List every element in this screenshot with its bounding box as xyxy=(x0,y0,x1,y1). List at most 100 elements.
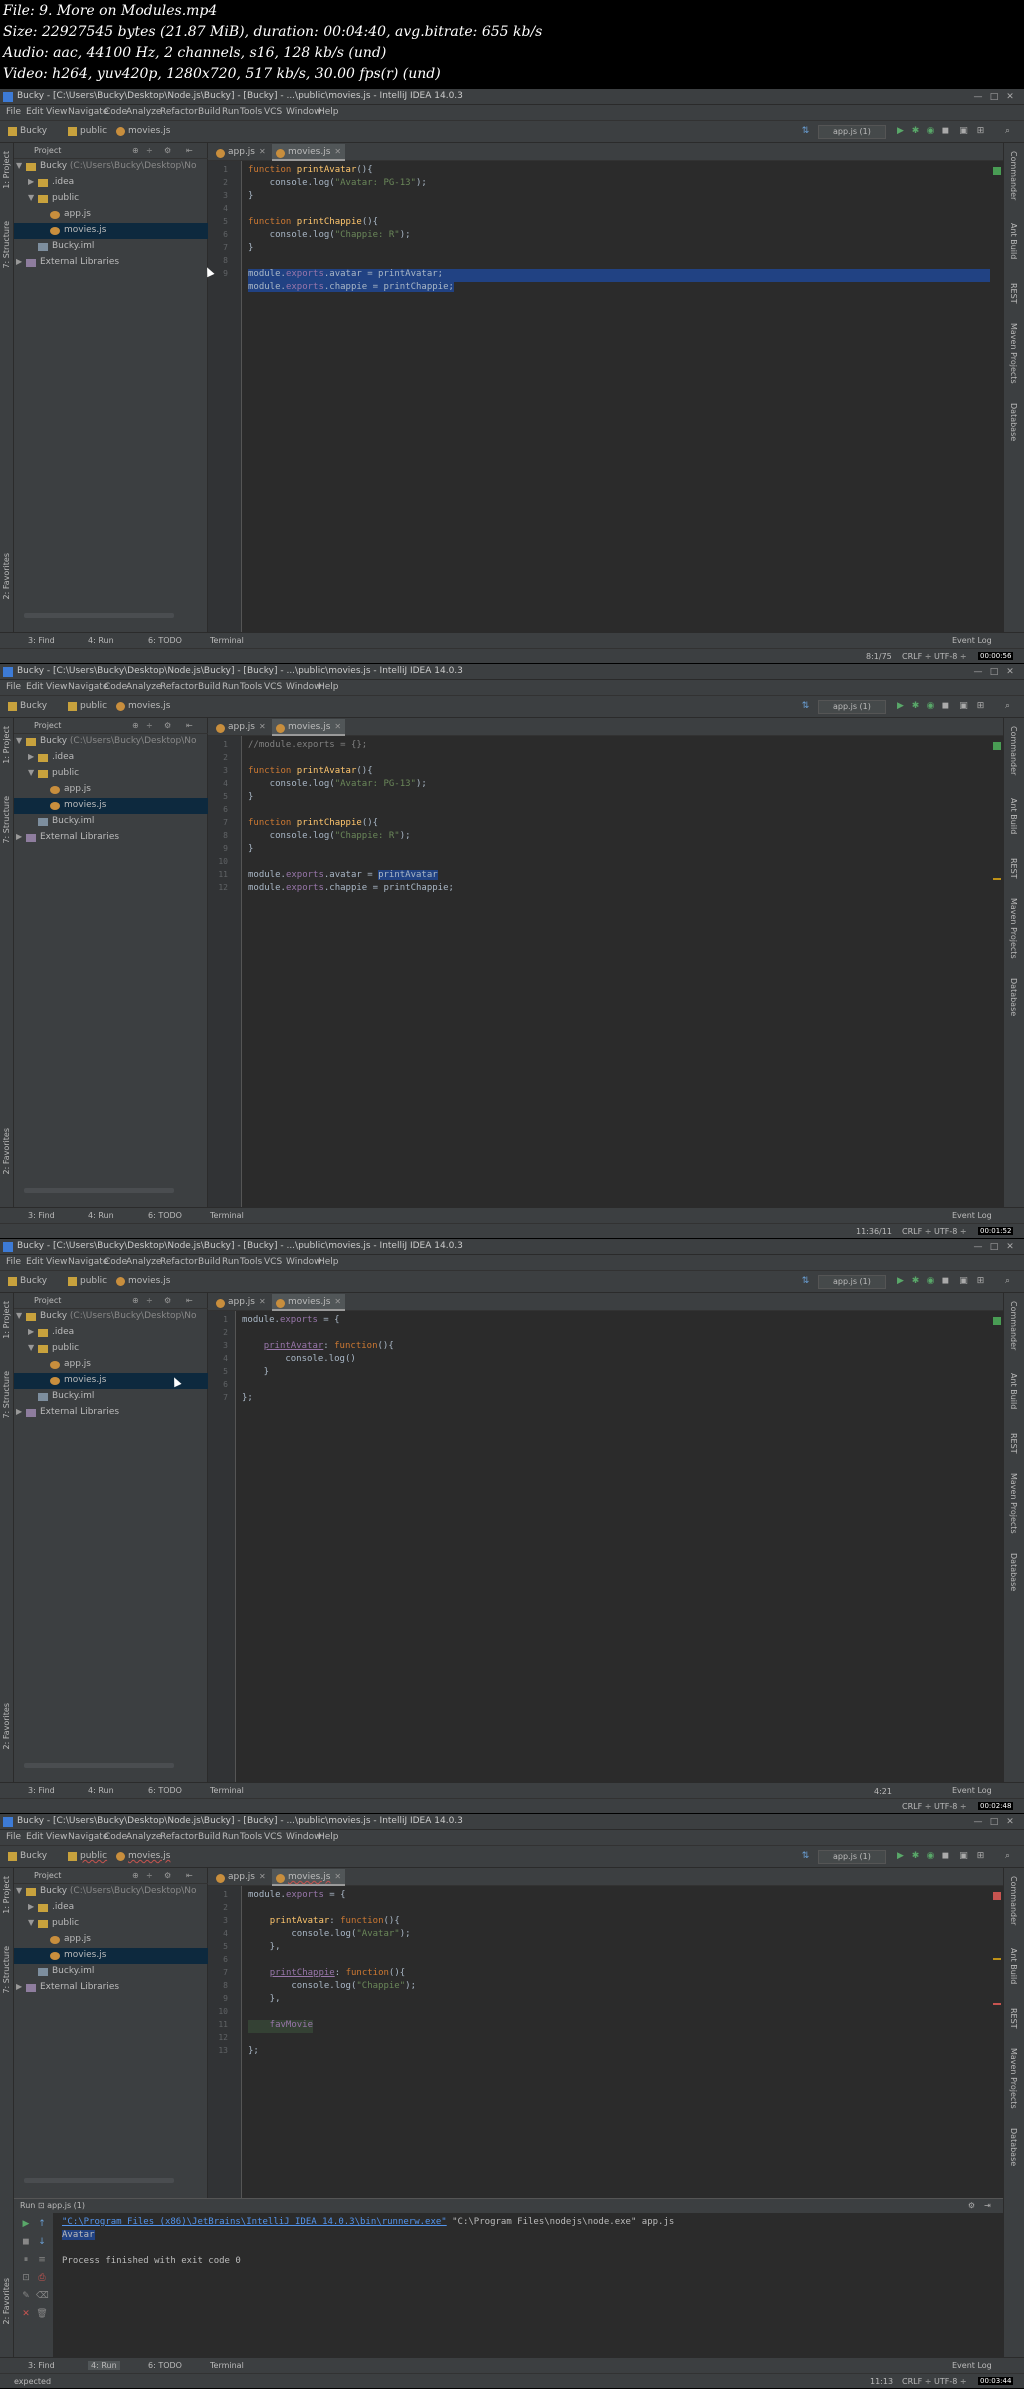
tree-row-public[interactable]: ▼ public xyxy=(14,1341,208,1357)
code-editor[interactable]: app.js ✕ movies.js ✕ 1 2 3 4 5 6 7 8 9 10 … xyxy=(208,1868,1003,2198)
collapse-icon[interactable]: ÷ xyxy=(146,146,153,155)
close-icon[interactable]: ✕ xyxy=(259,1297,266,1306)
close-run-icon[interactable]: ✕ xyxy=(20,2309,32,2319)
hide-icon[interactable]: ⇥ xyxy=(982,2200,993,2211)
tree-row-iml[interactable]: Bucky.iml xyxy=(14,1964,208,1980)
favorites-tool-button[interactable]: 2: Favorites xyxy=(2,1703,11,1749)
horizontal-scrollbar[interactable] xyxy=(24,1763,174,1768)
menu-vcs[interactable]: VCS xyxy=(264,107,282,117)
debug-icon[interactable]: ✱ xyxy=(910,701,921,712)
tree-row-public[interactable]: ▼ public xyxy=(14,766,208,782)
menu-vcs[interactable]: VCS xyxy=(264,1257,282,1267)
project-tool-button[interactable]: 1: Project xyxy=(2,151,11,189)
build-icon[interactable]: ⇅ xyxy=(800,1851,811,1862)
horizontal-scrollbar[interactable] xyxy=(24,1188,174,1193)
menu-build[interactable]: Build xyxy=(198,1257,221,1267)
sdk-icon[interactable]: ▣ xyxy=(958,1276,969,1287)
tree-row-public[interactable]: ▼ public xyxy=(14,191,208,207)
menu-window[interactable]: Window xyxy=(286,1832,322,1842)
ant-build-tool-button[interactable]: Ant Build xyxy=(1009,223,1018,259)
warning-stripe-icon[interactable] xyxy=(993,878,1001,880)
menu-window[interactable]: Window xyxy=(286,682,322,692)
menu-code[interactable]: Code xyxy=(104,1832,127,1842)
scroll-down-icon[interactable]: ↓ xyxy=(36,2237,48,2247)
minimize-button[interactable]: — xyxy=(972,1816,984,1828)
tree-row-libraries[interactable]: ▶ External Libraries xyxy=(14,830,208,846)
minimize-button[interactable]: — xyxy=(972,91,984,103)
breadcrumb-file[interactable]: movies.js xyxy=(128,701,170,711)
close-icon[interactable]: ✕ xyxy=(334,722,341,731)
project-tool-button[interactable]: 1: Project xyxy=(2,1876,11,1914)
tab-app-js[interactable]: app.js ✕ xyxy=(212,1869,270,1886)
tree-row-idea[interactable]: ▶ .idea xyxy=(14,750,208,766)
tab-movies-js[interactable]: movies.js ✕ xyxy=(272,1294,346,1311)
event-log-button[interactable]: Event Log xyxy=(952,1211,992,1220)
terminal-tool-button[interactable]: Terminal xyxy=(210,1786,244,1795)
gear-icon[interactable]: ⚙ xyxy=(966,2200,977,2211)
caret-position[interactable]: 8:1/75 xyxy=(866,652,892,661)
tab-movies-js[interactable]: movies.js ✕ xyxy=(272,719,346,736)
find-tool-button[interactable]: 3: Find xyxy=(28,2361,55,2370)
run-config-select[interactable]: app.js (1) xyxy=(818,700,886,714)
sync-icon[interactable]: ⊕ xyxy=(132,146,139,155)
stop-icon[interactable]: ◼ xyxy=(20,2237,32,2247)
maven-tool-button[interactable]: Maven Projects xyxy=(1009,323,1018,384)
debug-icon[interactable]: ✱ xyxy=(910,1276,921,1287)
sync-icon[interactable]: ⊕ xyxy=(132,721,139,730)
scroll-up-icon[interactable]: ↑ xyxy=(36,2219,48,2229)
search-icon[interactable]: ⌕ xyxy=(1002,1851,1013,1862)
tree-row-root[interactable]: ▼ Bucky (C:\Users\Bucky\Desktop\No xyxy=(14,159,208,175)
run-window-header[interactable]: Run ⊡ app.js (1) xyxy=(14,2199,1003,2213)
menu-edit[interactable]: Edit xyxy=(26,107,43,117)
structure-tool-button[interactable]: 7: Structure xyxy=(2,221,11,269)
menu-file[interactable]: File xyxy=(6,1257,21,1267)
structure-icon[interactable]: ⊞ xyxy=(975,126,986,137)
encoding-status[interactable]: CRLF ÷ UTF-8 ÷ xyxy=(902,1802,967,1811)
code-area[interactable]: module.exports = { printAvatar: function… xyxy=(242,1311,984,1782)
todo-tool-button[interactable]: 6: TODO xyxy=(148,2361,182,2370)
menu-tools[interactable]: Tools xyxy=(240,1832,262,1842)
rest-tool-button[interactable]: REST xyxy=(1009,2008,1018,2029)
gear-icon[interactable]: ⚙ xyxy=(164,721,171,730)
menu-navigate[interactable]: Navigate xyxy=(68,682,108,692)
code-area[interactable]: module.exports = { printAvatar: function… xyxy=(248,1886,990,2198)
maximize-button[interactable]: □ xyxy=(988,666,1000,678)
maven-tool-button[interactable]: Maven Projects xyxy=(1009,898,1018,959)
event-log-button[interactable]: Event Log xyxy=(952,2361,992,2370)
close-icon[interactable]: ✕ xyxy=(259,722,266,731)
project-view-select[interactable]: Project xyxy=(34,1296,61,1305)
build-icon[interactable]: ⇅ xyxy=(800,126,811,137)
tree-row-root[interactable]: ▼ Bucky (C:\Users\Bucky\Desktop\No xyxy=(14,1884,208,1900)
gear-icon[interactable]: ⚙ xyxy=(164,1871,171,1880)
sdk-icon[interactable]: ▣ xyxy=(958,701,969,712)
menu-code[interactable]: Code xyxy=(104,107,127,117)
project-tool-button[interactable]: 1: Project xyxy=(2,1301,11,1339)
stop-icon[interactable]: ◼ xyxy=(940,1851,951,1862)
favorites-tool-button[interactable]: 2: Favorites xyxy=(2,553,11,599)
debug-icon[interactable]: ✱ xyxy=(910,1851,921,1862)
terminal-tool-button[interactable]: Terminal xyxy=(210,2361,244,2370)
tab-movies-js[interactable]: movies.js ✕ xyxy=(272,144,346,161)
ant-build-tool-button[interactable]: Ant Build xyxy=(1009,798,1018,834)
tree-row-libraries[interactable]: ▶ External Libraries xyxy=(14,255,208,271)
sync-icon[interactable]: ⊕ xyxy=(132,1871,139,1880)
encoding-status[interactable]: CRLF ÷ UTF-8 ÷ xyxy=(902,1227,967,1236)
structure-tool-button[interactable]: 7: Structure xyxy=(2,796,11,844)
hide-icon[interactable]: ⇤ xyxy=(186,1871,193,1880)
tree-row-iml[interactable]: Bucky.iml xyxy=(14,239,208,255)
collapse-icon[interactable]: ÷ xyxy=(146,721,153,730)
tree-row-iml[interactable]: Bucky.iml xyxy=(14,814,208,830)
close-icon[interactable]: ✕ xyxy=(334,1297,341,1306)
sync-icon[interactable]: ⊕ xyxy=(132,1296,139,1305)
breadcrumb-project[interactable]: Bucky xyxy=(20,1276,47,1286)
run-icon[interactable]: ▶ xyxy=(895,701,906,712)
hide-icon[interactable]: ⇤ xyxy=(186,721,193,730)
run-config-select[interactable]: app.js (1) xyxy=(818,1275,886,1289)
find-tool-button[interactable]: 3: Find xyxy=(28,1786,55,1795)
menu-build[interactable]: Build xyxy=(198,1832,221,1842)
gear-icon[interactable]: ⚙ xyxy=(164,1296,171,1305)
horizontal-scrollbar[interactable] xyxy=(24,2178,174,2183)
breadcrumb-file[interactable]: movies.js xyxy=(128,1851,170,1861)
coverage-icon[interactable]: ◉ xyxy=(925,1276,936,1287)
database-tool-button[interactable]: Database xyxy=(1009,2128,1018,2166)
